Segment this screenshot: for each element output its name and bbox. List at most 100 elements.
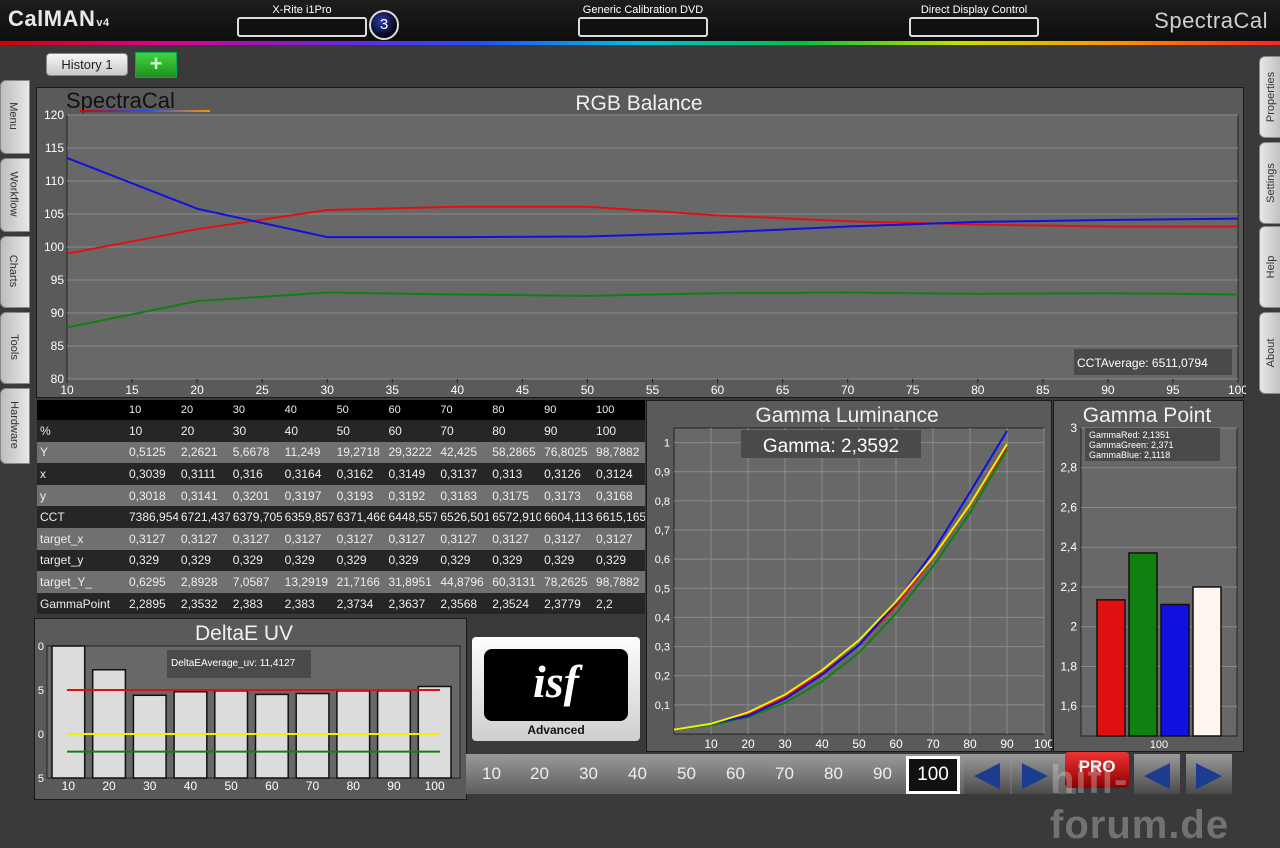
table-row: y 0,3018 0,3141 0,3201 0,3197 0,3193 0,3192 0,3… xyxy=(37,484,645,507)
previous-step-button[interactable]: ◀ xyxy=(964,754,1010,794)
table-cell: 50 xyxy=(336,423,350,438)
y-tick-label: 2,8 xyxy=(1060,461,1077,475)
table-cell: 0,3127 xyxy=(180,531,218,546)
deltae-bar xyxy=(51,645,86,779)
y-tick-label: 100 xyxy=(44,240,64,254)
table-cell: x xyxy=(40,466,46,481)
table-cell: 0,316 xyxy=(232,466,263,481)
table-cell: 6379,705 xyxy=(232,510,282,525)
step-item-active[interactable]: 100 xyxy=(906,756,960,794)
table-cell: 11,249 xyxy=(284,445,321,460)
add-history-button[interactable]: + xyxy=(135,52,177,78)
step-item[interactable]: 90 xyxy=(873,764,892,784)
arrow-left-icon: ◀ xyxy=(973,755,1001,793)
y-tick-label: 5 xyxy=(38,685,44,697)
x-tick-label: 20 xyxy=(741,737,755,751)
side-tab-charts[interactable]: Charts xyxy=(0,236,30,308)
y-tick-label: 90 xyxy=(51,306,65,320)
meter-count-badge[interactable]: 3 xyxy=(369,10,399,40)
x-tick-label: 15 xyxy=(125,383,139,397)
side-tab-settings[interactable]: Settings xyxy=(1259,142,1280,224)
deltae-bar xyxy=(254,693,289,779)
source-field[interactable] xyxy=(578,17,708,37)
table-cell: 0,3197 xyxy=(284,488,322,503)
table-cell: 40 xyxy=(284,423,299,438)
table-cell: GammaPoint xyxy=(40,596,111,611)
history-tab[interactable]: History 1 xyxy=(46,53,128,76)
display-slot[interactable]: Direct Display Control xyxy=(909,4,1039,37)
step-item[interactable]: 30 xyxy=(579,764,598,784)
side-tab-help[interactable]: Help xyxy=(1259,226,1280,308)
chart-title: RGB Balance xyxy=(575,92,702,115)
table-cell: 0,3183 xyxy=(440,488,478,503)
step-item[interactable]: 20 xyxy=(530,764,549,784)
table-row: % 10 20 30 40 50 60 70 80 90 100 xyxy=(37,420,645,442)
side-tab-workflow[interactable]: Workflow xyxy=(0,158,30,232)
table-cell: 100 xyxy=(596,423,617,438)
gamma-green-label: GammaGreen: 2,371 xyxy=(1089,440,1174,450)
table-cell: Y xyxy=(40,445,49,460)
step-item[interactable]: 40 xyxy=(628,764,647,784)
table-cell: 0,3201 xyxy=(232,488,270,503)
table-cell: 42,425 xyxy=(440,445,478,460)
step-item[interactable]: 80 xyxy=(824,764,843,784)
rgb-balance-chart: SpectraCal RGB Balance 80 85 90 95 100 105 110… xyxy=(44,88,1246,397)
table-cell: 6359,857 xyxy=(284,510,334,525)
table-cell: 0,3127 xyxy=(388,531,426,546)
measurement-table: 10 20 30 40 50 60 70 80 90 100 % 10 20 30 40 50 60 70 80 9… xyxy=(37,400,645,615)
table-cell: 0,3141 xyxy=(180,488,218,503)
table-cell: 0,3192 xyxy=(388,488,426,503)
table-header-cell: 70 xyxy=(437,400,490,420)
chart-watermark: SpectraCal xyxy=(66,88,175,113)
y-tick-label: 95 xyxy=(51,273,65,287)
table-cell: target_y xyxy=(40,553,84,568)
y-tick-label: 85 xyxy=(51,339,65,353)
step-item[interactable]: 50 xyxy=(677,764,696,784)
table-cell: 0,3164 xyxy=(284,466,322,481)
table-header-cell: 10 xyxy=(126,400,178,420)
table-header-cell: 40 xyxy=(281,400,334,420)
step-item[interactable]: 70 xyxy=(775,764,794,784)
side-tab-properties[interactable]: Properties xyxy=(1259,56,1280,138)
isf-logo-badge: isf xyxy=(484,649,628,721)
gamma-point-xlabel: 100 xyxy=(1150,739,1168,751)
table-cell: 80 xyxy=(492,423,506,438)
meter-label: X-Rite i1Pro xyxy=(272,4,332,16)
side-tab-tools[interactable]: Tools xyxy=(0,312,30,384)
step-item[interactable]: 60 xyxy=(726,764,745,784)
y-tick-label: 3 xyxy=(1070,421,1077,435)
table-cell: 98,7882 xyxy=(596,445,640,460)
side-tab-hardware[interactable]: Hardware xyxy=(0,388,30,464)
arrow-right-icon: ▶ xyxy=(1021,755,1049,793)
source-label: Generic Calibration DVD xyxy=(582,4,704,16)
side-tab-menu[interactable]: Menu xyxy=(0,80,30,154)
table-cell: 2,3779 xyxy=(544,596,581,611)
x-tick-label: 20 xyxy=(190,383,204,397)
y-tick-label: 0,7 xyxy=(655,525,670,537)
table-cell: 0,329 xyxy=(440,553,471,568)
x-tick-label: 90 xyxy=(1000,737,1014,751)
table-header-cell: 30 xyxy=(229,400,282,420)
x-tick-label: 85 xyxy=(1036,383,1050,397)
meter-slot[interactable]: X-Rite i1Pro xyxy=(237,4,367,37)
table-header-cell xyxy=(37,400,126,420)
table-cell: 78,2625 xyxy=(544,574,588,589)
side-tab-about[interactable]: About xyxy=(1259,312,1280,394)
table-header-cell: 100 xyxy=(593,400,645,420)
table-cell: CCT xyxy=(40,510,65,525)
x-tick-label: 50 xyxy=(224,779,238,793)
table-cell: 2,2895 xyxy=(129,596,166,611)
meter-field[interactable] xyxy=(237,17,367,37)
table-row: target_x 0,3127 0,3127 0,3127 0,3127 0,3127 0,… xyxy=(37,527,645,550)
table-row: GammaPoint 2,2895 2,3532 2,383 2,383 2,3734 2,… xyxy=(37,592,645,615)
step-item[interactable]: 10 xyxy=(482,764,501,784)
table-cell: 76,8025 xyxy=(544,445,588,460)
display-field[interactable] xyxy=(909,17,1039,37)
table-header-row: 10 20 30 40 50 60 70 80 90 100 xyxy=(37,400,645,420)
source-slot[interactable]: Generic Calibration DVD xyxy=(578,4,708,37)
x-tick-label: 70 xyxy=(926,737,940,751)
x-tick-label: 100 xyxy=(1034,737,1052,751)
table-header-cell: 90 xyxy=(541,400,594,420)
table-cell: 2,3734 xyxy=(336,596,374,611)
table-cell: 2,3568 xyxy=(440,596,478,611)
